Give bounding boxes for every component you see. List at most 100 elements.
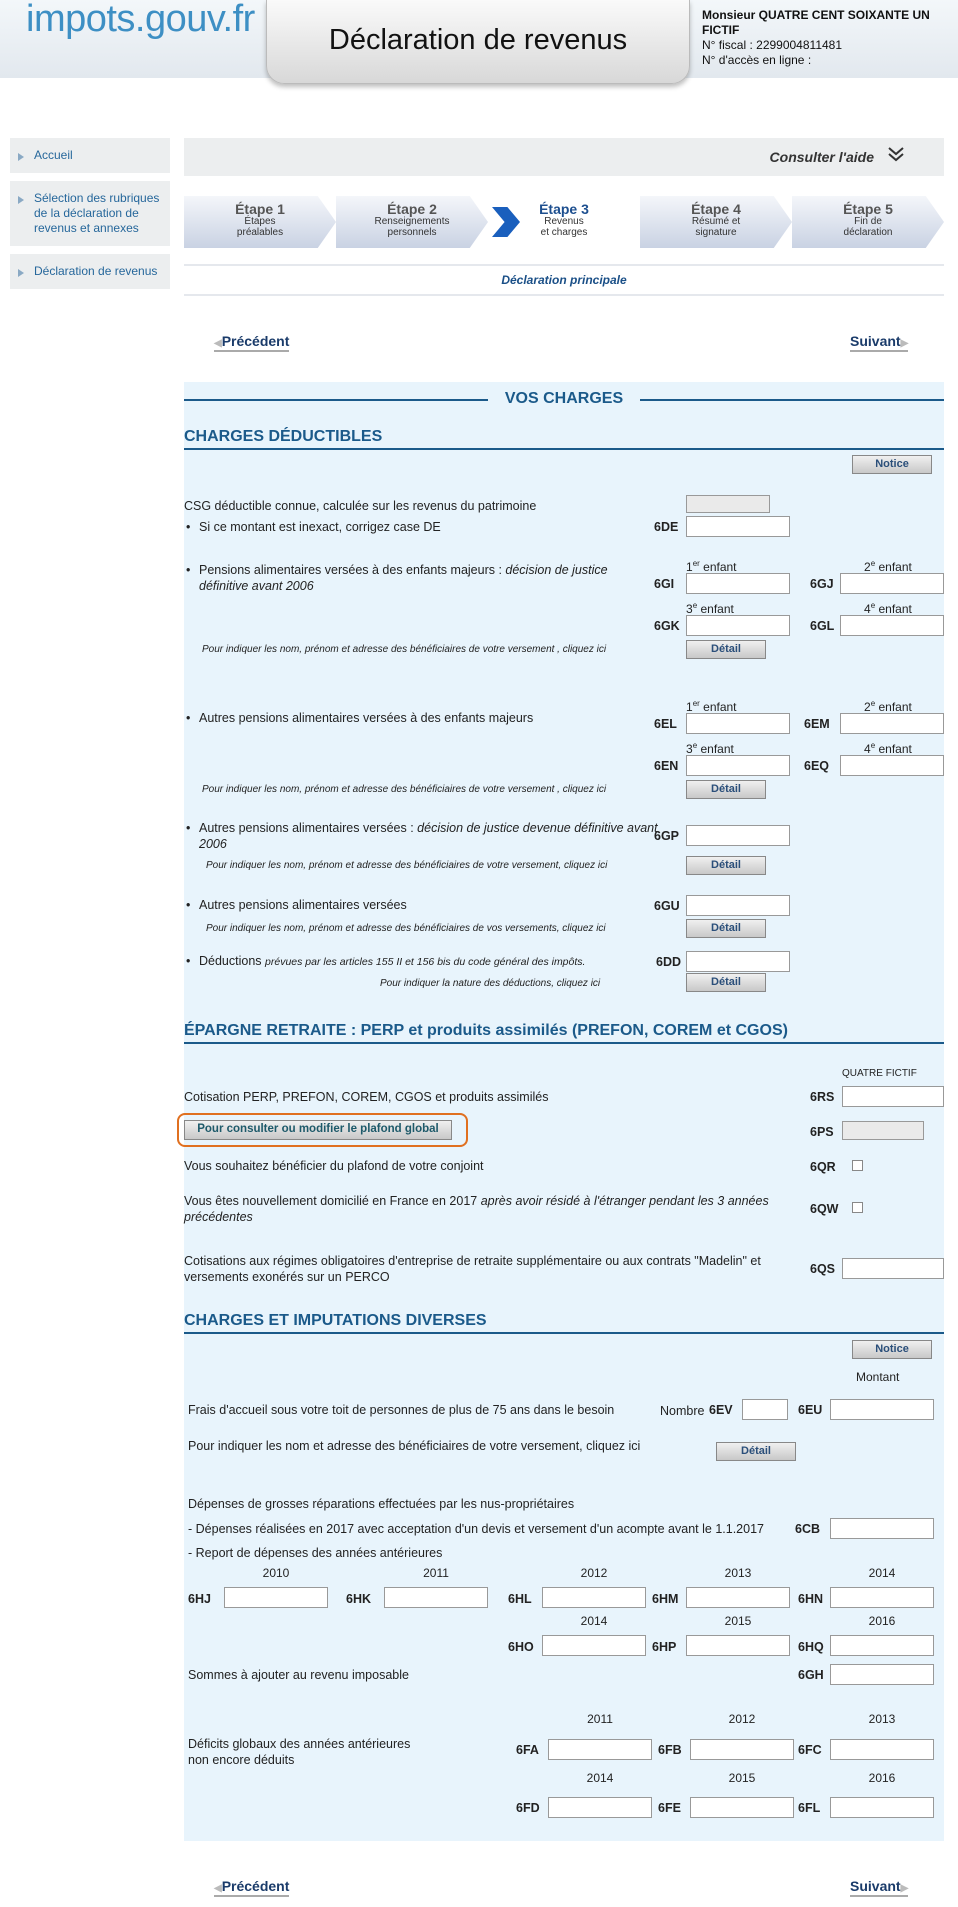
step-1[interactable]: Étape 1 Étapes préalables: [184, 196, 336, 248]
notice-button[interactable]: Notice: [852, 1340, 932, 1359]
next-link-bottom[interactable]: Suivant▶: [850, 1878, 909, 1897]
6gu-input[interactable]: [686, 895, 790, 916]
enfant: enfant: [699, 560, 737, 574]
step-2[interactable]: Étape 2 Renseignements personnels: [336, 196, 488, 248]
year-label: 2016: [868, 1771, 896, 1785]
fiscal-number: N° fiscal : 2299004811481: [702, 38, 843, 52]
pension-majeurs-label: Pensions alimentaires versées à des enfa…: [199, 562, 659, 594]
6fd-input[interactable]: [548, 1797, 652, 1818]
note-deductions: Pour indiquer la nature des déductions, …: [380, 978, 601, 989]
6hq-input[interactable]: [830, 1635, 934, 1656]
step-title: Étape 3: [539, 201, 589, 217]
6qs-input[interactable]: [842, 1258, 944, 1279]
num: 1: [686, 560, 693, 574]
step-sub: Étapes: [244, 216, 276, 227]
step-5[interactable]: Étape 5 Fin de déclaration: [792, 196, 944, 248]
code-6gp: 6GP: [654, 829, 680, 843]
code-6ho: 6HO: [508, 1640, 534, 1654]
6fl-input[interactable]: [830, 1797, 934, 1818]
6gk-input[interactable]: [686, 615, 790, 636]
year-label: 2013: [868, 1712, 896, 1726]
triangle-right-icon: ▶: [900, 338, 909, 349]
6gi-input[interactable]: [686, 573, 790, 594]
step-sub: Résumé et: [691, 216, 741, 227]
next-label: Suivant: [850, 333, 901, 349]
regimes-label: Cotisations aux régimes obligatoires d'e…: [184, 1254, 761, 1284]
enfant: enfant: [697, 742, 734, 756]
6hm-input[interactable]: [686, 1587, 790, 1608]
num: 1: [686, 700, 693, 714]
6ho-input[interactable]: [542, 1635, 646, 1656]
6hn-input[interactable]: [830, 1587, 934, 1608]
note-beneficiaires: Pour indiquer les nom, prénom et adresse…: [202, 784, 607, 795]
6qr-checkbox[interactable]: [852, 1160, 863, 1171]
code-6fa: 6FA: [516, 1743, 539, 1757]
6fa-input[interactable]: [548, 1739, 652, 1760]
code-6fe: 6FE: [658, 1801, 681, 1815]
year-label: 2014: [580, 1614, 608, 1628]
6em-input[interactable]: [840, 713, 944, 734]
bullet: •: [186, 898, 191, 912]
6eu-input[interactable]: [830, 1399, 934, 1420]
6hl-input[interactable]: [542, 1587, 646, 1608]
6hj-input[interactable]: [224, 1587, 328, 1608]
6ev-input[interactable]: [742, 1399, 788, 1420]
detail-button[interactable]: Détail: [686, 919, 766, 938]
code-6hp: 6HP: [652, 1640, 677, 1654]
sidebar-item-selection[interactable]: Sélection des rubriques de la déclaratio…: [10, 181, 170, 248]
notice-button[interactable]: Notice: [852, 455, 932, 474]
chevron-down-icon[interactable]: [886, 146, 906, 169]
6gp-input[interactable]: [686, 825, 790, 846]
detail-button[interactable]: Détail: [686, 640, 766, 659]
num: 4: [864, 602, 871, 616]
pension-text: Autres pensions alimentaires versées :: [199, 821, 418, 835]
6fe-input[interactable]: [690, 1797, 794, 1818]
sidebar-item-declaration[interactable]: Déclaration de revenus: [10, 254, 170, 291]
num: 4: [864, 742, 871, 756]
montant-header: Montant: [856, 1370, 900, 1384]
prev-link-bottom[interactable]: ◀Précédent: [214, 1878, 290, 1897]
code-6eq: 6EQ: [804, 759, 830, 773]
6dd-input[interactable]: [686, 951, 790, 972]
plafond-global-button[interactable]: Pour consulter ou modifier le plafond gl…: [184, 1120, 452, 1140]
6fc-input[interactable]: [830, 1739, 934, 1760]
year-label: 2013: [724, 1566, 752, 1580]
6fb-input[interactable]: [690, 1739, 794, 1760]
6hp-input[interactable]: [686, 1635, 790, 1656]
6gh-input[interactable]: [830, 1664, 934, 1685]
6gj-input[interactable]: [840, 573, 944, 594]
6qw-checkbox[interactable]: [852, 1202, 863, 1213]
sup: er: [692, 699, 700, 708]
bullet: •: [186, 563, 191, 577]
site-logo[interactable]: impots.gouv.fr: [26, 0, 255, 41]
sidebar-item-accueil[interactable]: Accueil: [10, 138, 170, 175]
detail-button[interactable]: Détail: [686, 780, 766, 799]
frais-accueil-label: Frais d'accueil sous votre toit de perso…: [188, 1403, 615, 1417]
charges-deductibles-title: CHARGES DÉDUCTIBLES: [184, 428, 944, 450]
num: 3: [686, 602, 693, 616]
6gl-input[interactable]: [840, 615, 944, 636]
6hk-input[interactable]: [384, 1587, 488, 1608]
next-link[interactable]: Suivant▶: [850, 333, 909, 352]
prev-link[interactable]: ◀Précédent: [214, 333, 290, 352]
6en-input[interactable]: [686, 755, 790, 776]
step-4[interactable]: Étape 4 Résumé et signature: [640, 196, 792, 248]
bullet: •: [186, 954, 191, 968]
code-6fd: 6FD: [516, 1801, 540, 1815]
detail-button[interactable]: Détail: [716, 1442, 796, 1461]
6de-input[interactable]: [686, 516, 790, 537]
detail-button[interactable]: Détail: [686, 973, 766, 992]
6eq-input[interactable]: [840, 755, 944, 776]
sommes-label: Sommes à ajouter au revenu imposable: [188, 1668, 409, 1682]
year-label: 2011: [423, 1566, 449, 1580]
6el-input[interactable]: [686, 713, 790, 734]
note-beneficiaires-diverses: Pour indiquer les nom et adresse des bén…: [188, 1439, 641, 1453]
detail-button[interactable]: Détail: [686, 856, 766, 875]
code-6gu: 6GU: [654, 899, 680, 913]
6rs-input[interactable]: [842, 1086, 944, 1107]
grosses-reparations-label: Dépenses de grosses réparations effectué…: [188, 1497, 575, 1511]
step-sub: Revenus: [544, 216, 584, 227]
6cb-input[interactable]: [830, 1518, 934, 1539]
report-label: - Report de dépenses des années antérieu…: [188, 1546, 443, 1560]
help-bar[interactable]: Consulter l'aide: [184, 138, 944, 176]
